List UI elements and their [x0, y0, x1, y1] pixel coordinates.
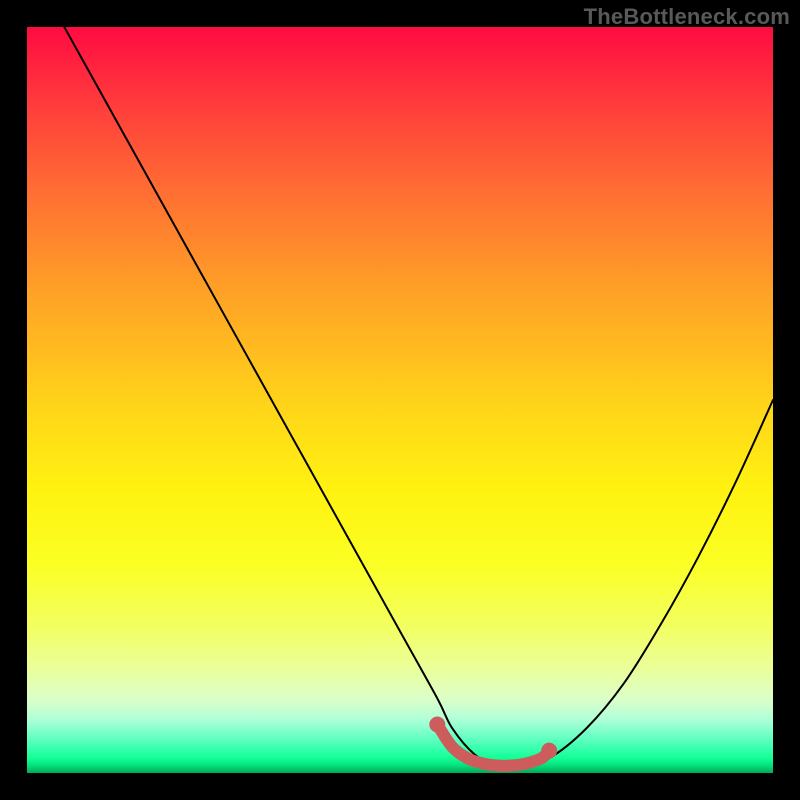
highlight-end-dot [541, 743, 557, 759]
bottleneck-curve [64, 27, 773, 767]
watermark-text: TheBottleneck.com [584, 4, 790, 30]
chart-svg [27, 27, 773, 773]
highlight-start-dot [429, 717, 445, 733]
chart-plot-area [27, 27, 773, 773]
